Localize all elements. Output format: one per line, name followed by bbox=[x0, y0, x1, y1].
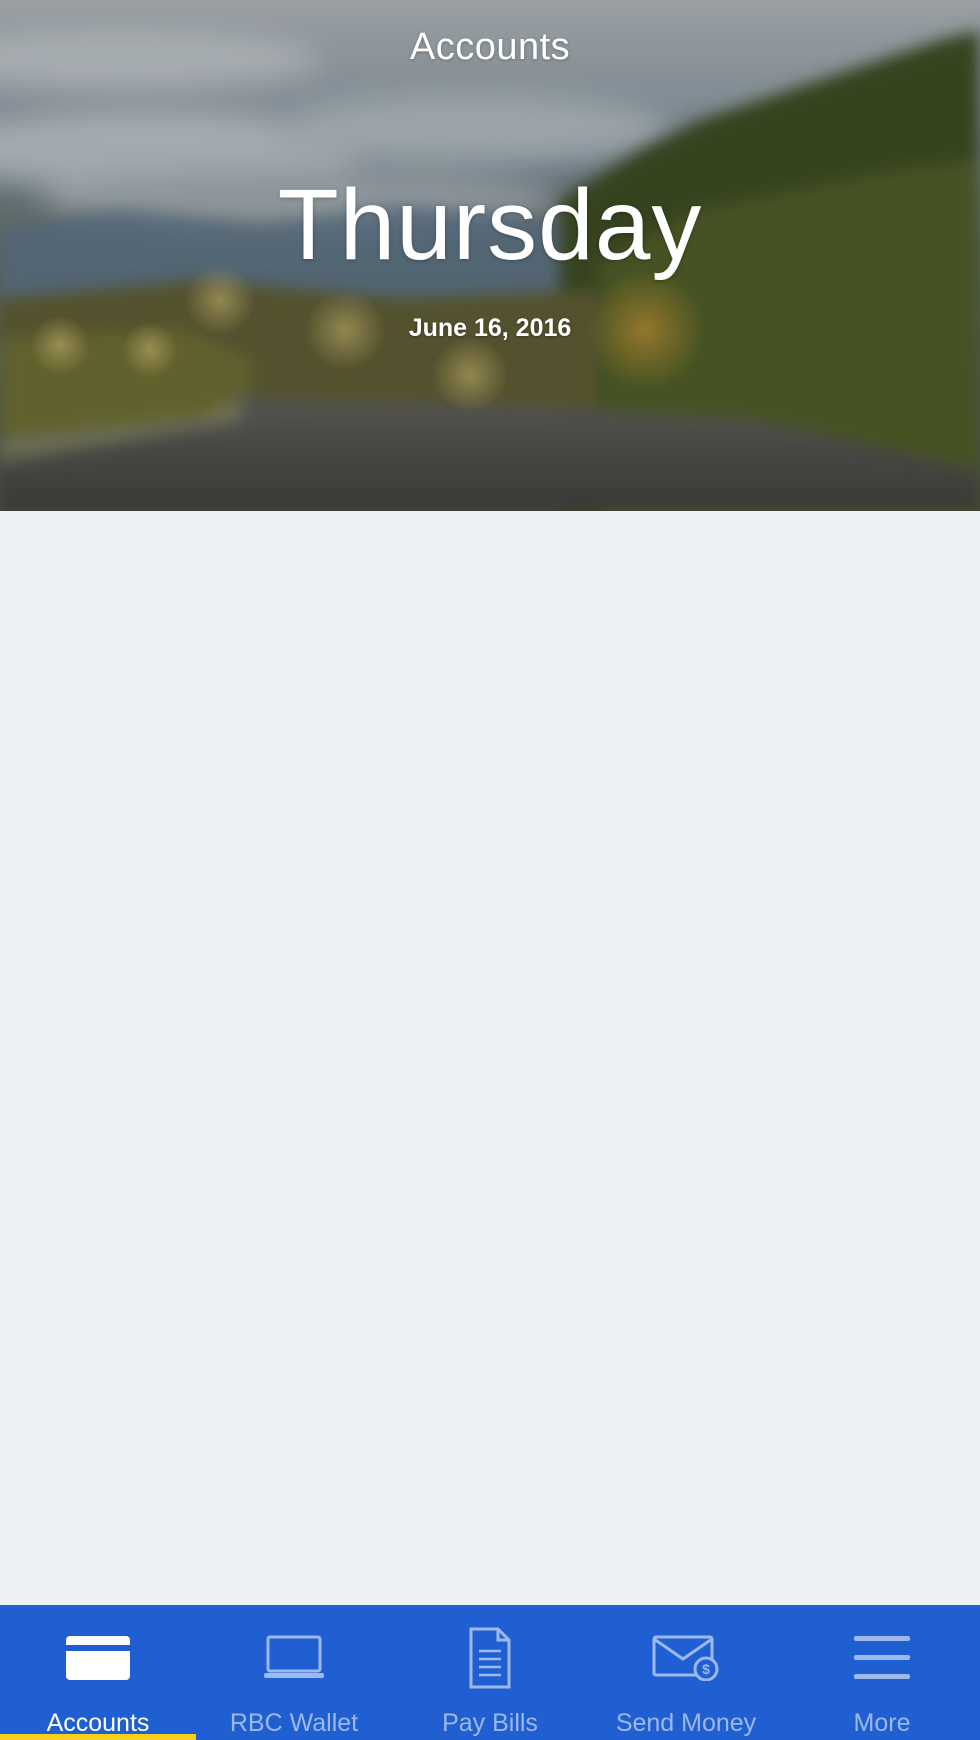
tab-label-send-money: Send Money bbox=[615, 1709, 757, 1737]
tab-label-rbc-wallet: RBC Wallet bbox=[229, 1709, 359, 1737]
tab-rbc-wallet[interactable]: RBC Wallet bbox=[196, 1605, 392, 1740]
tab-label-pay-bills: Pay Bills bbox=[442, 1709, 538, 1737]
tab-accounts[interactable]: Accounts bbox=[0, 1605, 196, 1740]
tab-label-more: More bbox=[853, 1709, 911, 1737]
tab-pay-bills[interactable]: Pay Bills bbox=[392, 1605, 588, 1740]
svg-text:$: $ bbox=[702, 1661, 710, 1677]
bottom-tab-bar: Accounts RBC Wallet Pay Bills $ Send Mon… bbox=[0, 1605, 980, 1740]
active-tab-indicator bbox=[0, 1734, 196, 1740]
app-screen: Accounts Thursday June 16, 2016 Accounts bbox=[0, 0, 980, 1740]
day-of-week-label: Thursday bbox=[277, 169, 703, 281]
envelope-money-icon: $ bbox=[646, 1627, 726, 1689]
date-label: June 16, 2016 bbox=[408, 314, 572, 342]
hamburger-menu-icon bbox=[842, 1627, 922, 1689]
tab-send-money[interactable]: $ Send Money bbox=[588, 1605, 784, 1740]
screen-title: Accounts bbox=[409, 26, 571, 68]
accounts-content-area bbox=[0, 511, 980, 1605]
laptop-icon bbox=[254, 1627, 334, 1689]
tab-more[interactable]: More bbox=[784, 1605, 980, 1740]
document-icon bbox=[450, 1627, 530, 1689]
header-hero-image: Accounts Thursday June 16, 2016 bbox=[0, 0, 980, 511]
card-icon bbox=[58, 1627, 138, 1689]
